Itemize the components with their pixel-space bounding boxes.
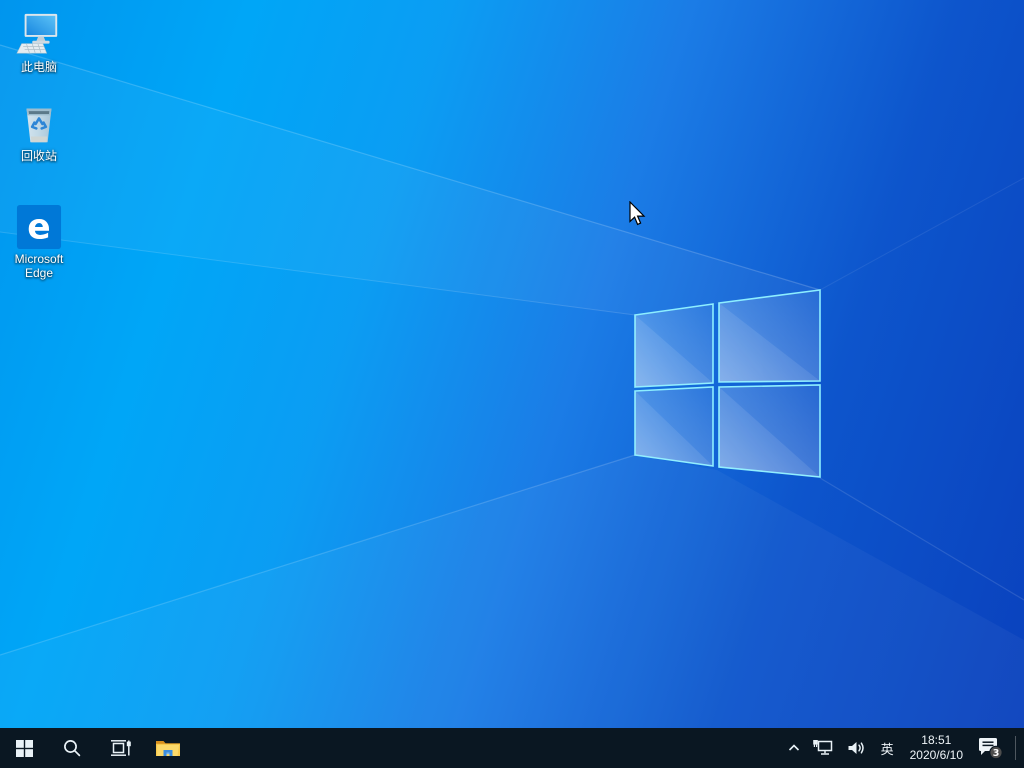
speaker-icon [848,742,864,754]
action-center-icon: 3 [979,738,1003,760]
wallpaper-windows-logo [0,44,1024,728]
this-pc-icon [16,13,58,54]
desktop-icon-recycle-bin[interactable]: 回收站 [2,101,76,163]
start-button[interactable] [0,728,48,768]
clock-date: 2020/6/10 [909,748,963,762]
system-tray: 英 18:51 2020/6/10 3 [781,728,1024,768]
file-explorer-icon [156,741,180,756]
volume-button[interactable] [841,728,873,768]
recycle-bin-icon [26,108,52,143]
desktop-icon-label: 此电脑 [20,60,57,74]
chevron-up-icon [788,744,799,751]
ime-indicator[interactable]: 英 [873,728,902,768]
svg-text:e: e [27,208,50,248]
action-center-button[interactable]: 3 [971,728,1009,768]
desktop-icon-label: 回收站 [20,149,57,163]
desktop-icon-label: Microsoft Edge [14,252,64,280]
search-icon [64,740,81,757]
notification-badge: 3 [993,748,1000,759]
desktop-icon-microsoft-edge[interactable]: e Microsoft Edge [2,204,76,280]
windows-start-icon [15,739,33,757]
file-explorer-button[interactable] [144,728,192,768]
desktop[interactable]: 此电脑 回收站 e Microsoft Edge [0,0,1024,728]
taskbar-empty-area[interactable] [192,728,781,768]
show-desktop-button[interactable] [1019,728,1024,768]
tray-separator [1015,736,1016,760]
taskbar: 英 18:51 2020/6/10 3 [0,728,1024,768]
network-button[interactable] [807,728,841,768]
task-view-icon [110,740,131,756]
clock-time: 18:51 [921,733,952,747]
task-view-button[interactable] [96,728,144,768]
desktop-icon-this-pc[interactable]: 此电脑 [2,12,76,74]
clock[interactable]: 18:51 2020/6/10 [902,728,971,768]
edge-icon: e [16,204,62,250]
search-button[interactable] [48,728,96,768]
network-icon [812,740,832,755]
tray-chevron-button[interactable] [781,728,807,768]
